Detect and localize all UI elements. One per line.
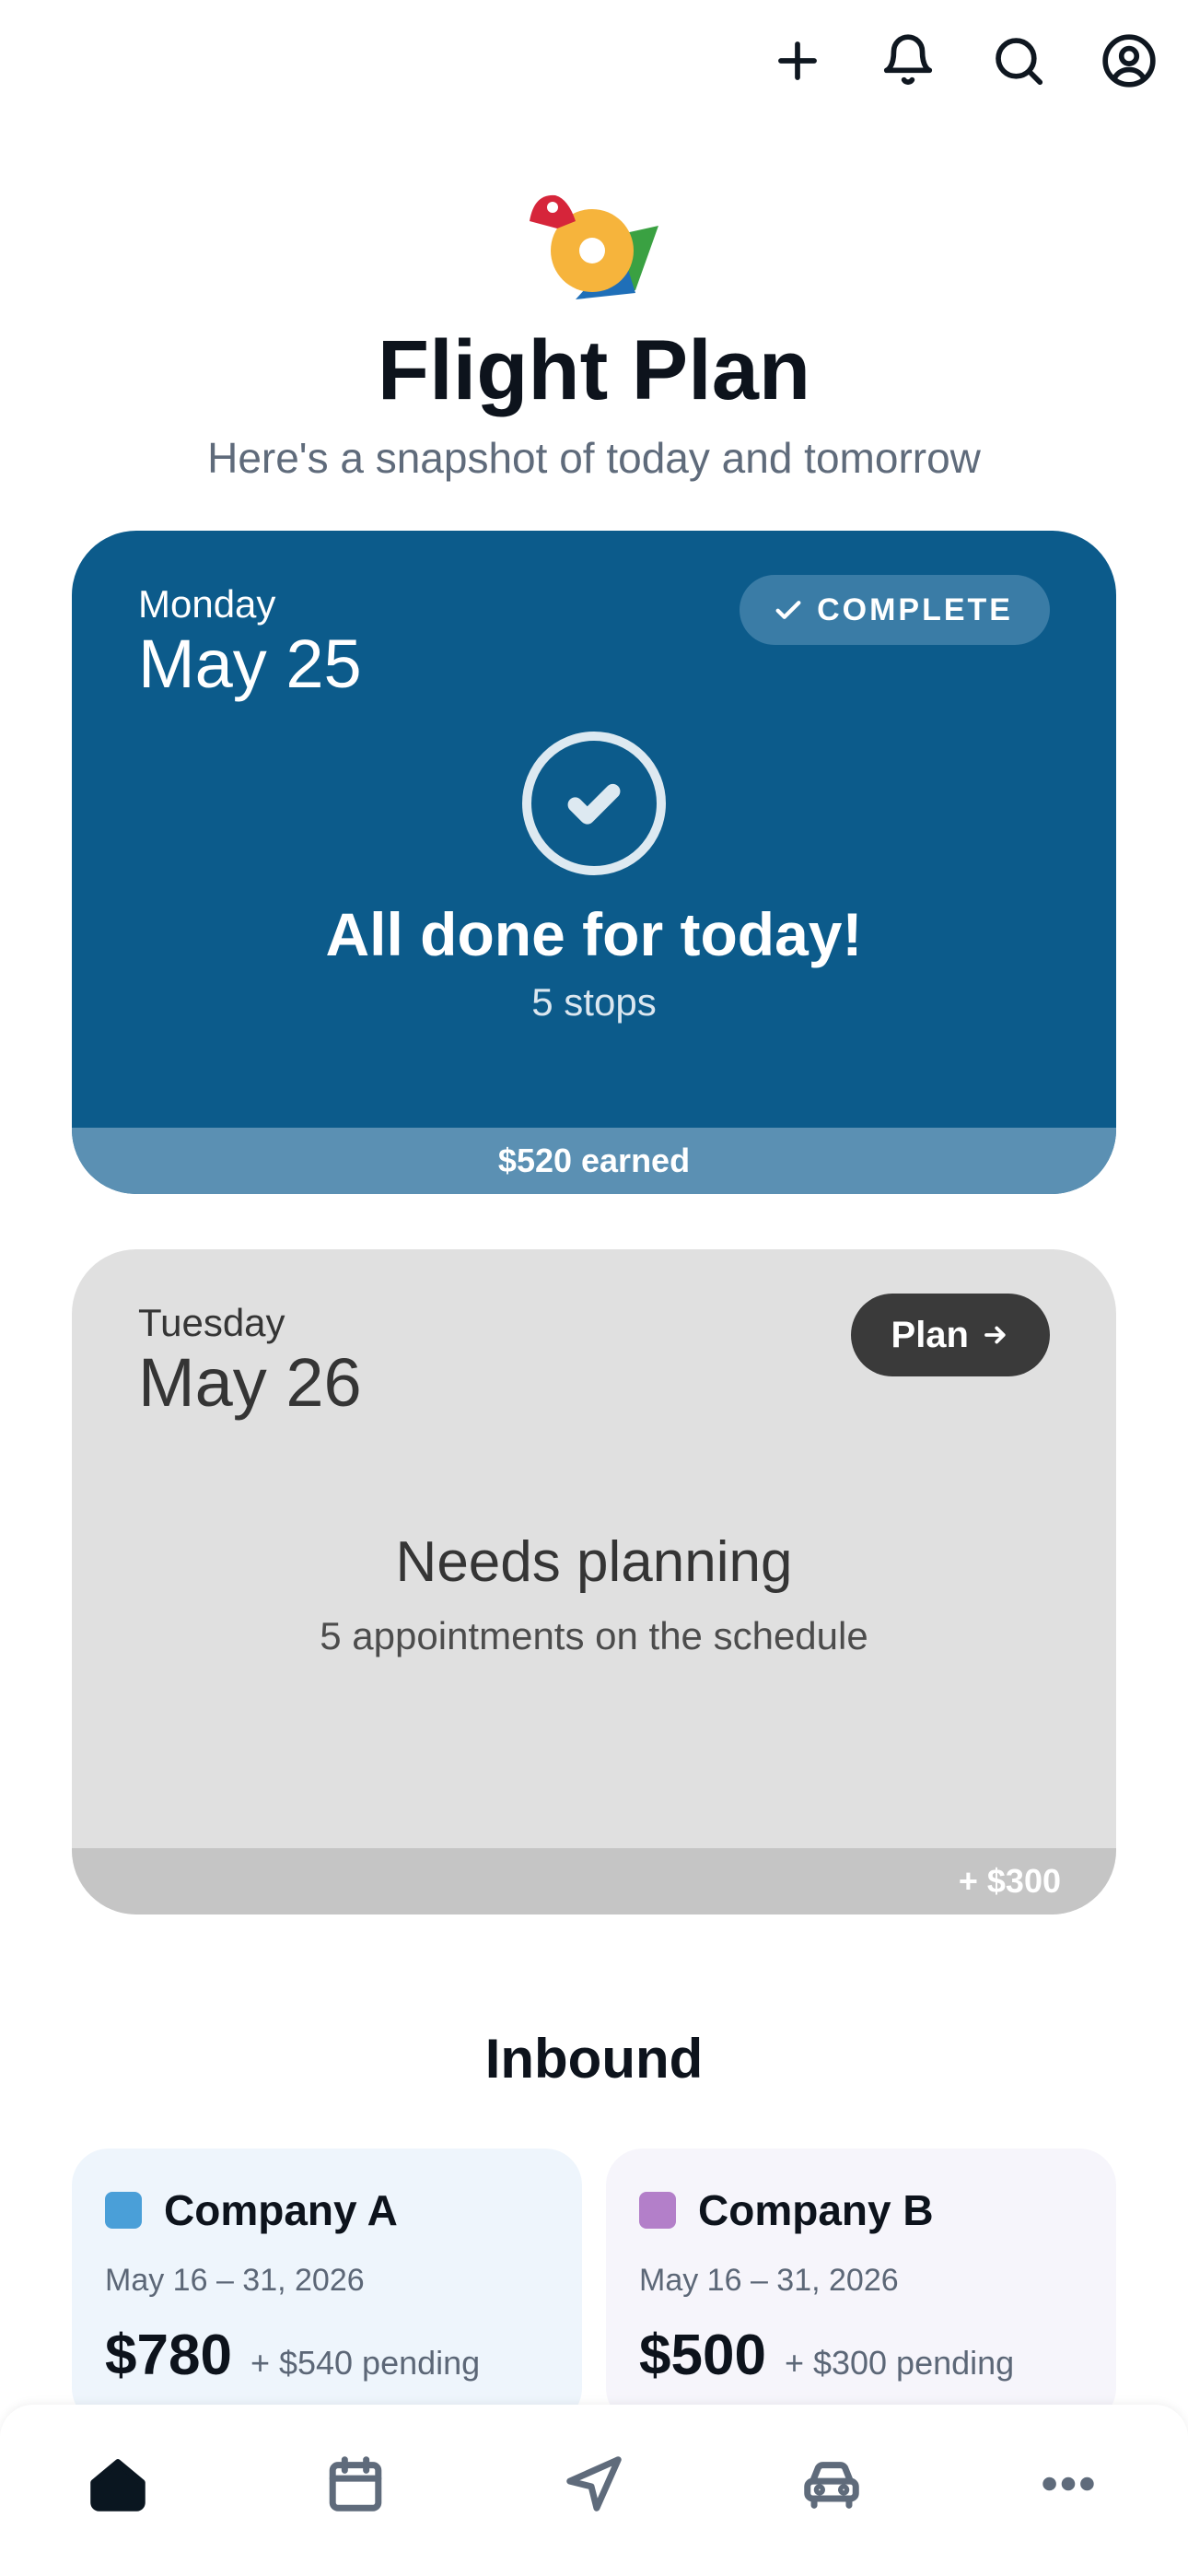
today-weekday: Monday (138, 582, 276, 626)
complete-badge: COMPLETE (740, 575, 1050, 645)
top-toolbar (764, 28, 1162, 94)
company-amount: $780 (105, 2324, 232, 2387)
page-subtitle: Here's a snapshot of today and tomorrow (207, 434, 981, 482)
company-pending: + $540 pending (250, 2344, 481, 2382)
company-name: Company A (164, 2186, 398, 2234)
add-button[interactable] (764, 28, 831, 94)
company-amount: $500 (639, 2324, 766, 2387)
company-pending: + $300 pending (784, 2344, 1015, 2382)
company-card[interactable]: Company A May 16 – 31, 2026 $780 + $540 … (72, 2149, 582, 2425)
tomorrow-date: May 26 (138, 1344, 362, 1421)
arrow-right-icon (984, 1326, 1006, 1344)
today-headline: All done for today! (325, 900, 863, 968)
plus-icon (778, 41, 817, 80)
bell-icon (883, 34, 933, 85)
bottom-nav (0, 2405, 1188, 2576)
more-icon (1042, 2476, 1094, 2491)
account-button[interactable] (1096, 28, 1162, 94)
search-icon (996, 38, 1043, 86)
today-card[interactable]: Monday May 25 COMPLETE All done for toda… (72, 531, 1116, 1194)
page-title: Flight Plan (377, 323, 811, 417)
account-icon (1102, 34, 1156, 88)
plan-button-label: Plan (891, 1314, 969, 1355)
checkmark-icon (567, 783, 621, 825)
nav-home[interactable] (81, 2447, 155, 2521)
company-amount-row: $780 + $540 pending (105, 2323, 549, 2388)
today-stops: 5 stops (531, 980, 657, 1024)
nav-navigation[interactable] (557, 2447, 631, 2521)
tomorrow-headline: Needs planning (395, 1530, 793, 1594)
calendar-icon (329, 2456, 382, 2512)
search-button[interactable] (985, 28, 1052, 94)
company-amount-row: $500 + $300 pending (639, 2323, 1083, 2388)
company-color-swatch (105, 2192, 142, 2229)
nav-more[interactable] (1031, 2447, 1105, 2521)
check-icon (775, 601, 801, 619)
check-circle-icon (522, 732, 666, 875)
tomorrow-detail: 5 appointments on the schedule (320, 1614, 868, 1657)
today-earned: $520 earned (72, 1128, 1116, 1194)
navigation-icon (566, 2456, 622, 2512)
company-header: Company B (639, 2185, 1083, 2235)
car-icon (804, 2462, 859, 2509)
today-date: May 25 (138, 626, 362, 702)
company-color-swatch (639, 2192, 676, 2229)
nav-calendar[interactable] (319, 2447, 392, 2521)
tomorrow-weekday: Tuesday (138, 1301, 285, 1344)
notifications-button[interactable] (875, 28, 941, 94)
company-dates: May 16 – 31, 2026 (639, 2263, 899, 2298)
company-dates: May 16 – 31, 2026 (105, 2263, 365, 2298)
inbound-title: Inbound (484, 2028, 704, 2090)
company-name: Company B (698, 2186, 934, 2234)
company-header: Company A (105, 2185, 549, 2235)
app-logo (530, 194, 658, 299)
plan-button[interactable]: Plan (850, 1294, 1050, 1376)
tomorrow-projected: + $300 (72, 1848, 1116, 1914)
complete-badge-label: COMPLETE (817, 591, 1013, 627)
company-card[interactable]: Company B May 16 – 31, 2026 $500 + $300 … (606, 2149, 1116, 2425)
home-icon (90, 2459, 146, 2512)
nav-vehicles[interactable] (795, 2447, 868, 2521)
tomorrow-card[interactable]: Tuesday May 26 Plan Needs planning 5 app… (72, 1249, 1116, 1914)
